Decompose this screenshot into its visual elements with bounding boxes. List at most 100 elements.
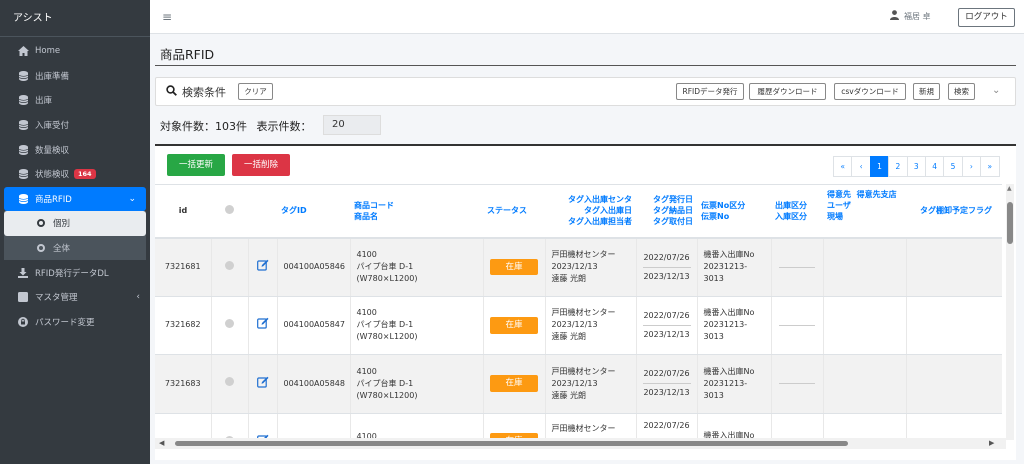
row-inout-type bbox=[771, 296, 824, 355]
page-3[interactable]: 3 bbox=[906, 156, 926, 177]
row-customer bbox=[823, 237, 907, 297]
col-id[interactable]: id bbox=[155, 184, 211, 239]
col-slip[interactable]: 伝票No区分 伝票No bbox=[697, 184, 771, 239]
page-1[interactable]: 1 bbox=[869, 156, 890, 177]
page-4[interactable]: 4 bbox=[924, 156, 945, 177]
sidebar-item-label: パスワード変更 bbox=[35, 317, 95, 328]
row-tag-id: 004100A05848 bbox=[277, 354, 351, 414]
row-checkbox[interactable] bbox=[225, 377, 234, 387]
col-product[interactable]: 商品コード 商品名 bbox=[350, 184, 483, 239]
table-row[interactable]: 7321683 004100A05848 4100 パイプ台車 D-1 (W780… bbox=[155, 354, 1002, 414]
row-id: 7321683 bbox=[155, 354, 212, 414]
table-scroll-area[interactable]: id タグID 商品コード 商品名 ステータス タグ入出庫センタ タグ入出庫日 タグ入… bbox=[155, 184, 1002, 440]
row-checkbox[interactable] bbox=[225, 260, 234, 270]
brand-title[interactable]: アシスト bbox=[0, 0, 150, 37]
page-5[interactable]: 5 bbox=[943, 156, 963, 177]
sidebar-item-condition-check[interactable]: 状態検収 164 bbox=[0, 162, 150, 187]
row-tag-inout: 戸田機材センター bbox=[545, 413, 637, 440]
table-row[interactable]: 7321682 004100A05847 4100 パイプ台車 D-1 (W780… bbox=[155, 296, 1002, 355]
row-tag-dates: 2022/07/26 2023/12/13 bbox=[636, 296, 698, 355]
table-row[interactable]: 7321681 004100A05846 4100 パイプ台車 D-1 (W780… bbox=[155, 237, 1002, 297]
clear-button[interactable]: クリア bbox=[238, 83, 273, 100]
sidebar-item-individual[interactable]: 個別 bbox=[4, 211, 146, 236]
chevron-down-icon[interactable]: ⌄ bbox=[992, 85, 1000, 96]
sidebar-item-rfid-data-dl[interactable]: RFID発行データDL bbox=[0, 260, 150, 285]
horizontal-scrollbar[interactable]: ◀ ▶ bbox=[155, 438, 1006, 449]
hamburger-menu-icon[interactable]: ≡ bbox=[162, 10, 172, 24]
sidebar-item-label: 個別 bbox=[53, 219, 71, 230]
sidebar-item-label: 商品RFID bbox=[35, 194, 72, 205]
bulk-update-button[interactable]: 一括更新 bbox=[167, 154, 225, 176]
page-2[interactable]: 2 bbox=[888, 156, 908, 177]
results-panel: 一括更新 一括削除 « ‹ 1 2 3 4 5 › » id タグID 商品コー… bbox=[155, 144, 1016, 460]
result-summary: 対象件数：103件 表示件数： bbox=[160, 118, 312, 134]
home-icon bbox=[17, 46, 29, 57]
rfid-table: id タグID 商品コード 商品名 ステータス タグ入出庫センタ タグ入出庫日 タグ入… bbox=[155, 184, 1002, 440]
row-edit-cell bbox=[248, 296, 278, 355]
col-inout-type[interactable]: 出庫区分 入庫区分 bbox=[771, 184, 823, 239]
sidebar-item-shipping[interactable]: 出庫 bbox=[0, 88, 150, 113]
sidebar-item-label: 入庫受付 bbox=[35, 121, 70, 132]
row-product: 4100 bbox=[350, 413, 484, 440]
edit-icon[interactable] bbox=[256, 259, 269, 275]
row-tag-id bbox=[277, 413, 351, 440]
col-select-all[interactable] bbox=[211, 184, 248, 239]
sidebar-item-label: 出庫 bbox=[35, 96, 53, 107]
edit-icon[interactable] bbox=[256, 317, 269, 333]
horizontal-scroll-thumb[interactable] bbox=[175, 441, 848, 446]
scroll-left-arrow-icon[interactable]: ◀ bbox=[159, 439, 164, 447]
rfid-issue-button[interactable]: RFIDデータ発行 bbox=[676, 83, 744, 100]
display-count-field[interactable]: 20 bbox=[323, 115, 381, 135]
col-tag-id[interactable]: タグID bbox=[277, 184, 350, 239]
col-status[interactable]: ステータス bbox=[483, 184, 545, 239]
row-tag-flag bbox=[906, 296, 1002, 355]
row-checkbox-cell bbox=[211, 413, 249, 440]
col-tag-flag[interactable]: タグ棚卸予定フラグ bbox=[906, 184, 1002, 239]
csv-download-button[interactable]: csvダウンロード bbox=[834, 83, 906, 100]
result-count: 対象件数：103件 bbox=[160, 120, 247, 133]
status-badge: 在庫 bbox=[490, 316, 538, 334]
sidebar-item-label: 状態検収 bbox=[35, 170, 70, 181]
sidebar-item-password[interactable]: パスワード変更 bbox=[0, 310, 150, 335]
table-row[interactable]: 4100 在庫 戸田機材センター 2022/07/26 機番入出庫No bbox=[155, 413, 1002, 440]
search-panel: 検索条件 クリア RFIDデータ発行 履歴ダウンロード csvダウンロード 新規… bbox=[155, 77, 1016, 106]
scroll-right-arrow-icon[interactable]: ▶ bbox=[989, 439, 994, 447]
lock-icon bbox=[17, 316, 29, 327]
row-id: 7321681 bbox=[155, 237, 212, 297]
user-name: 福居 卓 bbox=[904, 11, 931, 21]
row-tag-flag bbox=[906, 354, 1002, 414]
new-button[interactable]: 新規 bbox=[913, 83, 940, 100]
sidebar-item-master[interactable]: マスタ管理 ‹ bbox=[0, 285, 150, 310]
bulk-delete-button[interactable]: 一括削除 bbox=[232, 154, 290, 176]
download-icon bbox=[17, 267, 29, 278]
sidebar-item-quantity-check[interactable]: 数量検収 bbox=[0, 137, 150, 162]
circle-icon bbox=[35, 243, 47, 253]
col-customer[interactable]: 得意先 得意先支店 ユーザ 現場 bbox=[823, 184, 906, 239]
topbar: ≡ 福居 卓 ログアウト bbox=[150, 0, 1024, 34]
page-next[interactable]: › bbox=[961, 156, 982, 177]
page-last[interactable]: » bbox=[980, 156, 1000, 177]
row-id: 7321682 bbox=[155, 296, 212, 355]
sidebar-item-all[interactable]: 全体 bbox=[4, 236, 146, 261]
sidebar-item-product-rfid[interactable]: 商品RFID ⌄ bbox=[4, 186, 146, 212]
vertical-scroll-thumb[interactable] bbox=[1007, 202, 1013, 244]
select-all-checkbox[interactable] bbox=[225, 205, 234, 215]
scroll-up-arrow-icon[interactable]: ▲ bbox=[1007, 185, 1012, 192]
search-title: 検索条件 bbox=[182, 86, 226, 99]
history-download-button[interactable]: 履歴ダウンロード bbox=[749, 83, 826, 100]
row-checkbox[interactable] bbox=[225, 318, 234, 328]
edit-icon[interactable] bbox=[256, 376, 269, 392]
row-inout-type bbox=[771, 413, 824, 440]
sidebar-item-shipping-prep[interactable]: 出庫準備 bbox=[0, 64, 150, 89]
page-prev[interactable]: ‹ bbox=[851, 156, 871, 177]
sidebar-item-home[interactable]: Home bbox=[0, 39, 150, 64]
page-first[interactable]: « bbox=[833, 156, 853, 177]
search-button[interactable]: 検索 bbox=[948, 83, 975, 100]
sidebar-item-receiving[interactable]: 入庫受付 bbox=[0, 113, 150, 138]
logout-button[interactable]: ログアウト bbox=[958, 8, 1015, 27]
col-tag-inout[interactable]: タグ入出庫センタ タグ入出庫日 タグ入出庫担当者 bbox=[545, 184, 636, 239]
vertical-scrollbar[interactable]: ▲ bbox=[1006, 184, 1014, 440]
col-tag-dates[interactable]: タグ発行日 タグ納品日 タグ取付日 bbox=[636, 184, 697, 239]
search-header[interactable]: 検索条件 bbox=[166, 84, 226, 100]
row-slip: 機番入出庫No 20231213-3013 bbox=[697, 296, 772, 355]
